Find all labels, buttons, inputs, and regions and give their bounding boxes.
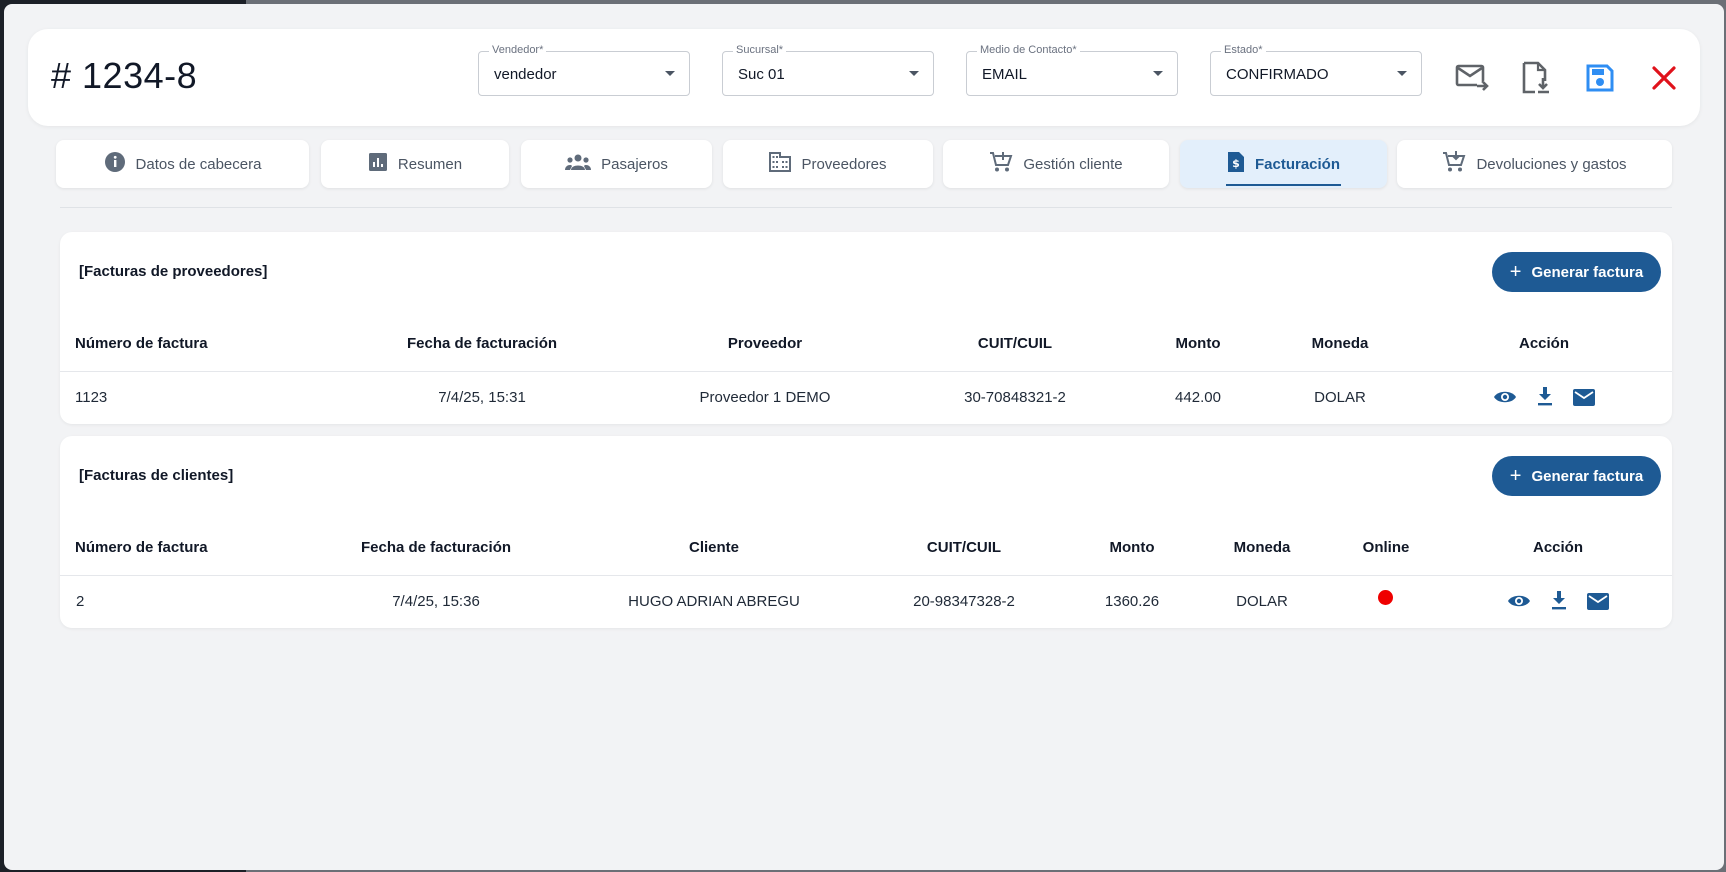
header-card: # 1234-8 Vendedor* vendedor Sucursal* Su… xyxy=(28,29,1700,126)
svg-text:$: $ xyxy=(1232,157,1240,170)
section-title: [Facturas de clientes] xyxy=(79,467,234,484)
button-label: Generar factura xyxy=(1531,263,1644,281)
medio-contacto-select[interactable]: Medio de Contacto* EMAIL xyxy=(966,44,1178,96)
cell-numero: 2 xyxy=(76,593,85,610)
download-icon[interactable] xyxy=(1546,587,1572,613)
info-icon xyxy=(104,151,126,177)
column-header[interactable]: Cliente xyxy=(689,539,739,556)
button-label: Generar factura xyxy=(1531,467,1644,485)
mail-forward-icon[interactable] xyxy=(1454,60,1490,96)
estado-value: CONFIRMADO xyxy=(1226,66,1329,83)
chevron-down-icon xyxy=(665,71,675,76)
plus-icon: + xyxy=(1509,465,1522,487)
column-header: Acción xyxy=(1532,539,1584,556)
medio-contacto-value: EMAIL xyxy=(982,66,1028,83)
group-icon xyxy=(565,153,592,175)
generar-factura-proveedor-button[interactable]: + Generar factura xyxy=(1492,252,1661,292)
column-header: Acción xyxy=(1518,335,1570,352)
eye-icon[interactable] xyxy=(1492,384,1518,410)
tab-proveedores[interactable]: Proveedores xyxy=(723,140,933,188)
column-header[interactable]: Fecha de facturación xyxy=(361,539,511,556)
plus-icon: + xyxy=(1509,261,1522,283)
cell-cliente: HUGO ADRIAN ABREGU xyxy=(628,593,800,610)
cell-proveedor: Proveedor 1 DEMO xyxy=(699,389,831,406)
online-status-dot xyxy=(1378,590,1393,605)
column-header[interactable]: Moneda xyxy=(1234,539,1291,556)
tab-pasajeros[interactable]: Pasajeros xyxy=(521,140,712,188)
file-download-icon[interactable] xyxy=(1518,60,1554,96)
estado-select[interactable]: Estado* CONFIRMADO xyxy=(1210,44,1422,96)
cell-fecha: 7/4/25, 15:31 xyxy=(438,389,526,406)
chevron-down-icon xyxy=(1397,71,1407,76)
tab-datos-cabecera[interactable]: Datos de cabecera xyxy=(56,140,309,188)
column-header[interactable]: Monto xyxy=(1110,539,1155,556)
invoice-icon: $ xyxy=(1227,151,1245,177)
medio-contacto-label: Medio de Contacto* xyxy=(977,44,1080,56)
section-title: [Facturas de proveedores] xyxy=(79,263,268,280)
chevron-down-icon xyxy=(909,71,919,76)
header-divider xyxy=(60,371,1672,372)
vendedor-label: Vendedor* xyxy=(489,44,547,56)
cell-fecha: 7/4/25, 15:36 xyxy=(392,593,480,610)
sucursal-value: Suc 01 xyxy=(738,66,785,83)
tab-resumen[interactable]: Resumen xyxy=(321,140,509,188)
close-icon[interactable] xyxy=(1646,60,1682,96)
cart-add-icon xyxy=(989,151,1013,177)
tab-gestion-cliente[interactable]: Gestión cliente xyxy=(943,140,1169,188)
chevron-down-icon xyxy=(1153,71,1163,76)
generar-factura-cliente-button[interactable]: + Generar factura xyxy=(1492,456,1661,496)
tab-label: Resumen xyxy=(397,155,463,173)
download-icon[interactable] xyxy=(1532,383,1558,409)
facturas-proveedores-card: [Facturas de proveedores] + Generar fact… xyxy=(60,232,1672,424)
eye-icon[interactable] xyxy=(1506,588,1532,614)
column-header[interactable]: Número de factura xyxy=(75,335,208,352)
sucursal-select[interactable]: Sucursal* Suc 01 xyxy=(722,44,934,96)
tab-bar: Datos de cabecera Resumen Pasajeros Prov… xyxy=(56,136,1672,208)
cart-return-icon xyxy=(1442,151,1466,177)
cell-cuit: 30-70848321-2 xyxy=(964,389,1066,406)
column-header[interactable]: CUIT/CUIL xyxy=(978,335,1052,352)
tab-devoluciones-gastos[interactable]: Devoluciones y gastos xyxy=(1397,140,1672,188)
cell-moneda: DOLAR xyxy=(1236,593,1288,610)
cell-cuit: 20-98347328-2 xyxy=(913,593,1015,610)
column-header[interactable]: Proveedor xyxy=(728,335,802,352)
vendedor-value: vendedor xyxy=(494,66,557,83)
cell-monto: 442.00 xyxy=(1175,389,1221,406)
active-tab-indicator xyxy=(1226,184,1341,186)
building-icon xyxy=(769,152,792,176)
column-header[interactable]: Fecha de facturación xyxy=(407,335,557,352)
mail-icon[interactable] xyxy=(1585,588,1611,614)
tab-label: Facturación xyxy=(1254,155,1341,173)
vendedor-select[interactable]: Vendedor* vendedor xyxy=(478,44,690,96)
sucursal-label: Sucursal* xyxy=(733,44,787,56)
tab-facturacion[interactable]: $ Facturación xyxy=(1180,140,1387,188)
header-divider xyxy=(60,575,1672,576)
tab-label: Pasajeros xyxy=(601,155,668,173)
cell-monto: 1360.26 xyxy=(1104,593,1160,610)
tab-label: Datos de cabecera xyxy=(135,155,262,173)
chart-icon xyxy=(368,152,388,176)
estado-label: Estado* xyxy=(1221,44,1266,56)
facturas-clientes-card: [Facturas de clientes] + Generar factura… xyxy=(60,436,1672,628)
cell-numero: 1123 xyxy=(75,389,108,406)
tabs-divider xyxy=(60,207,1672,208)
column-header[interactable]: Moneda xyxy=(1312,335,1369,352)
cell-moneda: DOLAR xyxy=(1314,389,1366,406)
invoice-modal: # 1234-8 Vendedor* vendedor Sucursal* Su… xyxy=(4,4,1724,870)
mail-icon[interactable] xyxy=(1571,384,1597,410)
column-header[interactable]: Online xyxy=(1363,539,1410,556)
column-header[interactable]: Monto xyxy=(1176,335,1221,352)
tab-label: Devoluciones y gastos xyxy=(1476,155,1627,173)
page-title: # 1234-8 xyxy=(51,55,198,96)
tab-label: Gestión cliente xyxy=(1023,155,1123,173)
column-header[interactable]: CUIT/CUIL xyxy=(927,539,1001,556)
column-header[interactable]: Número de factura xyxy=(75,539,208,556)
tab-label: Proveedores xyxy=(801,155,887,173)
save-icon[interactable] xyxy=(1582,60,1618,96)
